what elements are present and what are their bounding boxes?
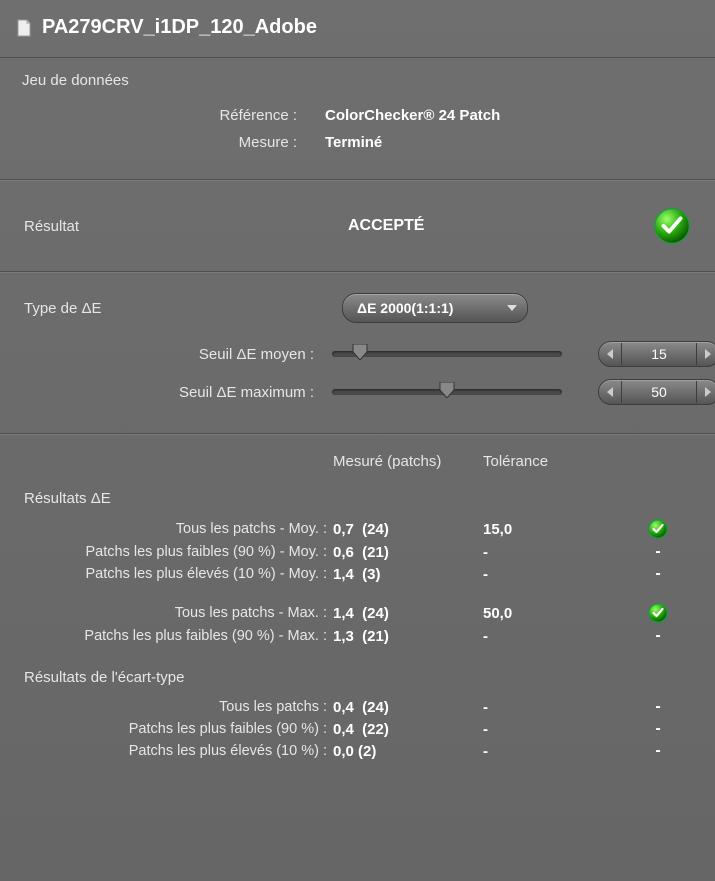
document-icon [14,18,34,38]
row-measured: 1,3 (21) [333,628,483,645]
row-measured: 0,4 (22) [333,721,483,738]
slider-thumb-icon[interactable] [438,382,456,398]
row-label: Patchs les plus élevés (10 %) : [8,743,333,760]
status-dash: - [655,627,660,645]
page-title: PA279CRV_i1DP_120_Adobe [42,16,317,39]
slider-thumb-icon[interactable] [351,344,369,360]
avg-threshold-label: Seuil ΔE moyen : [24,346,314,363]
row-measured: 0,0 (2) [333,743,483,760]
spinner-decrement[interactable] [599,380,621,404]
row-tolerance: - [483,699,633,716]
max-threshold-slider[interactable] [332,389,562,395]
result-value: ACCEPTÉ [304,217,631,235]
results-de-header: Résultats ΔE [8,484,691,517]
status-ok-icon [648,603,668,623]
row-label: Tous les patchs : [8,699,333,716]
divider [0,271,715,273]
row-tolerance: - [483,544,633,561]
result-label: Résultat [24,218,304,235]
row-label: Patchs les plus faibles (90 %) - Moy. : [8,544,333,561]
table-row: Tous les patchs - Moy. :0,7 (24)15,0 [8,517,691,541]
chevron-right-icon [705,387,711,397]
status-dash: - [655,698,660,716]
status-ok-icon [653,207,691,245]
row-measured: 0,7 (24) [333,521,483,538]
deltaE-type-label: Type de ΔE [24,300,324,317]
measure-label: Mesure : [22,134,297,151]
row-measured: 0,4 (24) [333,699,483,716]
row-tolerance: - [483,566,633,583]
row-tolerance: - [483,721,633,738]
results-std-header: Résultats de l'écart-type [8,663,691,696]
spinner-increment[interactable] [697,342,715,366]
table-row: Patchs les plus faibles (90 %) :0,4 (22)… [8,718,691,740]
spinner-increment[interactable] [697,380,715,404]
chevron-down-icon [507,305,517,311]
table-row: Tous les patchs :0,4 (24)-- [8,696,691,718]
deltaE-type-value: ΔE 2000(1:1:1) [357,300,453,316]
avg-threshold-slider[interactable] [332,351,562,357]
max-threshold-value: 50 [621,381,697,403]
table-row: Tous les patchs - Max. :1,4 (24)50,0 [8,601,691,625]
row-label: Patchs les plus élevés (10 %) - Moy. : [8,566,333,583]
status-dash: - [655,543,660,561]
measure-value: Terminé [325,134,693,151]
row-measured: 0,6 (21) [333,544,483,561]
status-dash: - [655,720,660,738]
avg-threshold-value: 15 [621,343,697,365]
chevron-left-icon [607,349,613,359]
table-row: Patchs les plus élevés (10 %) - Moy. :1,… [8,563,691,585]
spinner-decrement[interactable] [599,342,621,366]
row-tolerance: 50,0 [483,605,633,622]
status-dash: - [655,565,660,583]
status-dash: - [655,742,660,760]
chevron-left-icon [607,387,613,397]
row-label: Patchs les plus faibles (90 %) : [8,721,333,738]
row-tolerance: 15,0 [483,521,633,538]
divider [0,433,715,435]
row-tolerance: - [483,743,633,760]
col-tolerance: Tolérance [483,453,633,470]
avg-threshold-spinner[interactable]: 15 [598,341,715,367]
max-threshold-spinner[interactable]: 50 [598,379,715,405]
row-tolerance: - [483,628,633,645]
table-row: Patchs les plus faibles (90 %) - Moy. :0… [8,541,691,563]
table-row: Patchs les plus élevés (10 %) :0,0 (2)-- [8,740,691,762]
reference-value: ColorChecker® 24 Patch [325,107,693,124]
row-measured: 1,4 (3) [333,566,483,583]
row-label: Tous les patchs - Moy. : [8,521,333,538]
row-label: Patchs les plus faibles (90 %) - Max. : [8,628,333,645]
max-threshold-label: Seuil ΔE maximum : [24,384,314,401]
deltaE-type-dropdown[interactable]: ΔE 2000(1:1:1) [342,293,528,323]
col-measured: Mesuré (patchs) [333,453,483,470]
chevron-right-icon [705,349,711,359]
row-measured: 1,4 (24) [333,605,483,622]
divider [0,179,715,181]
status-ok-icon [648,519,668,539]
dataset-section-label: Jeu de données [22,72,693,89]
row-label: Tous les patchs - Max. : [8,605,333,622]
reference-label: Référence : [22,107,297,124]
table-row: Patchs les plus faibles (90 %) - Max. :1… [8,625,691,647]
